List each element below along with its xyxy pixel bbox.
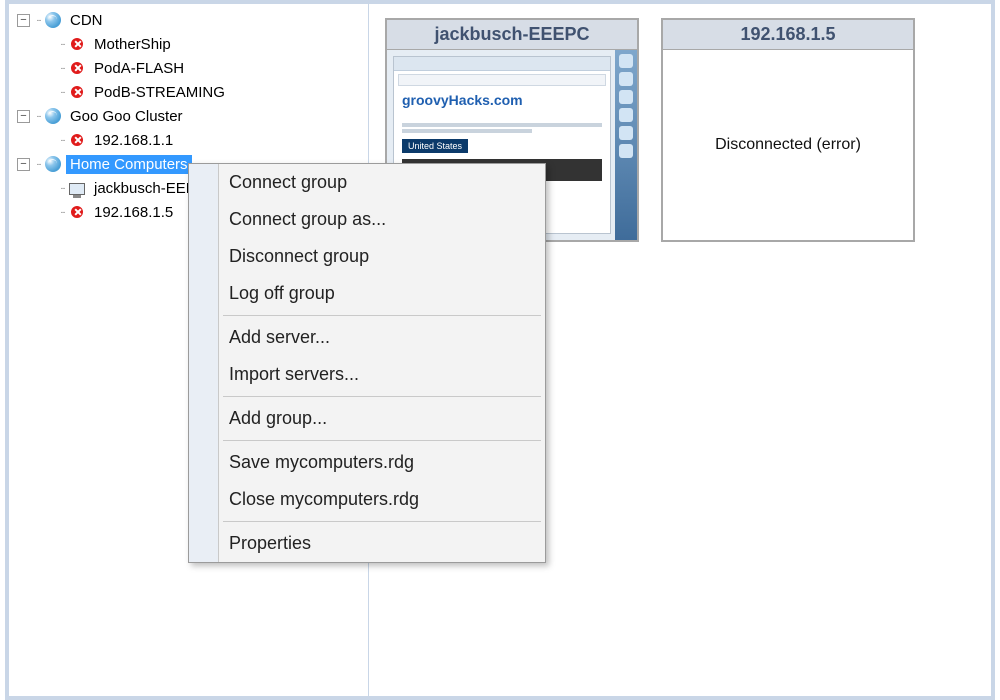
tree-server[interactable]: ··· PodB-STREAMING bbox=[41, 80, 368, 104]
context-menu-item[interactable]: Properties bbox=[189, 525, 545, 562]
error-icon bbox=[68, 203, 86, 221]
context-menu-item[interactable]: Add group... bbox=[189, 400, 545, 437]
tree-label: 192.168.1.5 bbox=[90, 203, 177, 222]
thumbnail-title: jackbusch-EEEPC bbox=[387, 20, 637, 50]
thumbnail-message: Disconnected (error) bbox=[663, 50, 913, 240]
collapse-icon[interactable]: − bbox=[17, 110, 30, 123]
tree-group-googoo[interactable]: − ··· Goo Goo Cluster bbox=[17, 104, 368, 128]
context-menu-separator bbox=[223, 315, 541, 316]
thumbnail-title: 192.168.1.5 bbox=[663, 20, 913, 50]
monitor-icon bbox=[68, 179, 86, 197]
tree-server[interactable]: ··· 192.168.1.1 bbox=[41, 128, 368, 152]
context-menu-item[interactable]: Close mycomputers.rdg bbox=[189, 481, 545, 518]
context-menu-separator bbox=[223, 440, 541, 441]
context-menu-item[interactable]: Save mycomputers.rdg bbox=[189, 444, 545, 481]
context-menu-item[interactable]: Connect group bbox=[189, 164, 545, 201]
thumbnail-disconnected[interactable]: 192.168.1.5 Disconnected (error) bbox=[661, 18, 915, 242]
tree-server[interactable]: ··· MotherShip bbox=[41, 32, 368, 56]
tree-label: MotherShip bbox=[90, 35, 175, 54]
tree-group-cdn[interactable]: − ··· CDN bbox=[17, 8, 368, 32]
screenshot-site-title: groovyHacks.com bbox=[402, 92, 602, 108]
tree-label: CDN bbox=[66, 11, 107, 30]
tree-server[interactable]: ··· PodA-FLASH bbox=[41, 56, 368, 80]
context-menu-item[interactable]: Add server... bbox=[189, 319, 545, 356]
context-menu-item[interactable]: Log off group bbox=[189, 275, 545, 312]
error-icon bbox=[68, 131, 86, 149]
context-menu-separator bbox=[223, 396, 541, 397]
context-menu: Connect groupConnect group as...Disconne… bbox=[188, 163, 546, 563]
tree-label: PodB-STREAMING bbox=[90, 83, 229, 102]
context-menu-item[interactable]: Import servers... bbox=[189, 356, 545, 393]
tree-label: Goo Goo Cluster bbox=[66, 107, 187, 126]
context-menu-item[interactable]: Disconnect group bbox=[189, 238, 545, 275]
screenshot-badge: United States bbox=[402, 139, 468, 153]
collapse-icon[interactable]: − bbox=[17, 158, 30, 171]
error-icon bbox=[68, 83, 86, 101]
context-menu-item[interactable]: Connect group as... bbox=[189, 201, 545, 238]
tree-label: Home Computers bbox=[66, 155, 192, 174]
collapse-icon[interactable]: − bbox=[17, 14, 30, 27]
globe-icon bbox=[44, 107, 62, 125]
globe-icon bbox=[44, 155, 62, 173]
globe-icon bbox=[44, 11, 62, 29]
tree-label: 192.168.1.1 bbox=[90, 131, 177, 150]
context-menu-separator bbox=[223, 521, 541, 522]
error-icon bbox=[68, 35, 86, 53]
error-icon bbox=[68, 59, 86, 77]
tree-label: PodA-FLASH bbox=[90, 59, 188, 78]
